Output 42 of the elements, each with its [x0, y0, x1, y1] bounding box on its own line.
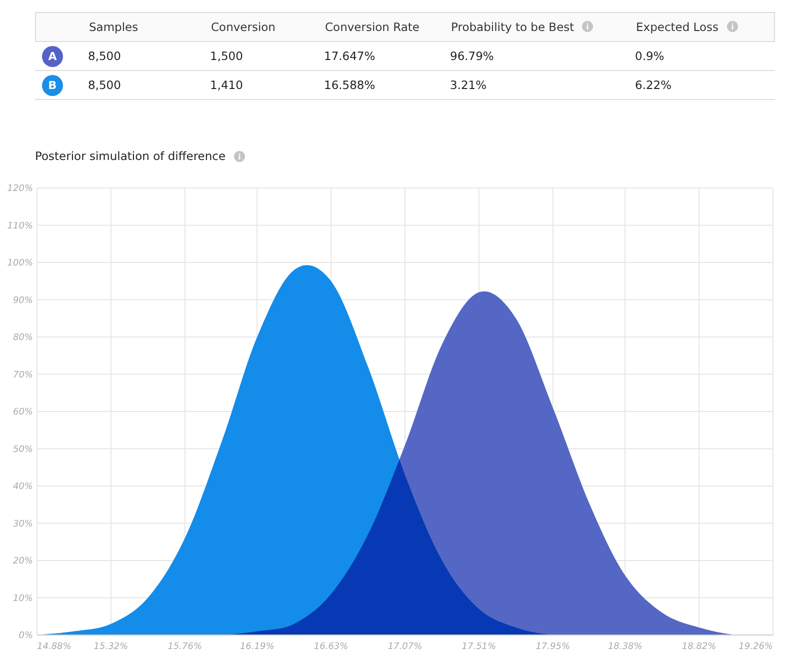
x-axis-label: 15.76%: [168, 642, 202, 652]
y-axis-label: 10%: [12, 594, 33, 604]
y-axis-label: 60%: [12, 408, 33, 418]
x-axis-label: 16.19%: [240, 642, 274, 652]
x-axis-label: 17.07%: [388, 642, 422, 652]
table-cell-text: 8,500: [88, 78, 122, 92]
column-header: Expected Loss: [636, 20, 719, 34]
table-cell-text: 96.79%: [450, 49, 495, 63]
variant-badge: B: [42, 74, 63, 96]
x-axis-label: 19.26%: [738, 642, 773, 652]
table-cell-text: 16.588%: [324, 78, 376, 92]
y-axis-label: 40%: [12, 482, 33, 492]
variant-badge: A: [42, 46, 63, 66]
table-cell-text: 1,500: [210, 49, 244, 63]
column-header: Samples: [89, 20, 138, 34]
x-axis-label: 14.88%: [37, 642, 72, 652]
table-cell-text: 17.647%: [324, 49, 376, 63]
table-cell-text: 6.22%: [635, 78, 673, 92]
x-axis-label: 15.32%: [94, 642, 128, 652]
x-axis-label: 18.38%: [608, 642, 642, 652]
table-cell-text: 8,500: [88, 49, 122, 63]
y-axis-label: 100%: [7, 258, 33, 268]
y-axis-label: 90%: [12, 296, 33, 306]
x-axis-label: 16.63%: [314, 642, 348, 652]
y-axis-label: 30%: [12, 519, 33, 530]
y-axis-label: 120%: [7, 184, 33, 194]
column-header: Probability to be Best: [451, 20, 574, 34]
table-cell-text: 3.21%: [450, 78, 488, 92]
column-header: Conversion Rate: [325, 20, 420, 34]
y-axis-label: 110%: [7, 221, 33, 232]
column-header: Conversion: [211, 20, 276, 34]
chart-title: Posterior simulation of difference: [35, 149, 226, 163]
table-cell-text: 0.9%: [635, 49, 666, 63]
y-axis-label: 50%: [12, 444, 33, 455]
y-axis-label: 80%: [12, 333, 33, 343]
x-axis-label: 17.95%: [536, 642, 570, 652]
table-cell-text: 1,410: [210, 78, 244, 92]
y-axis-label: 20%: [12, 556, 33, 566]
x-axis-label: 18.82%: [682, 642, 716, 652]
y-axis-label: 0%: [18, 631, 33, 641]
y-axis-label: 70%: [12, 370, 33, 380]
x-axis-label: 17.51%: [462, 642, 496, 652]
